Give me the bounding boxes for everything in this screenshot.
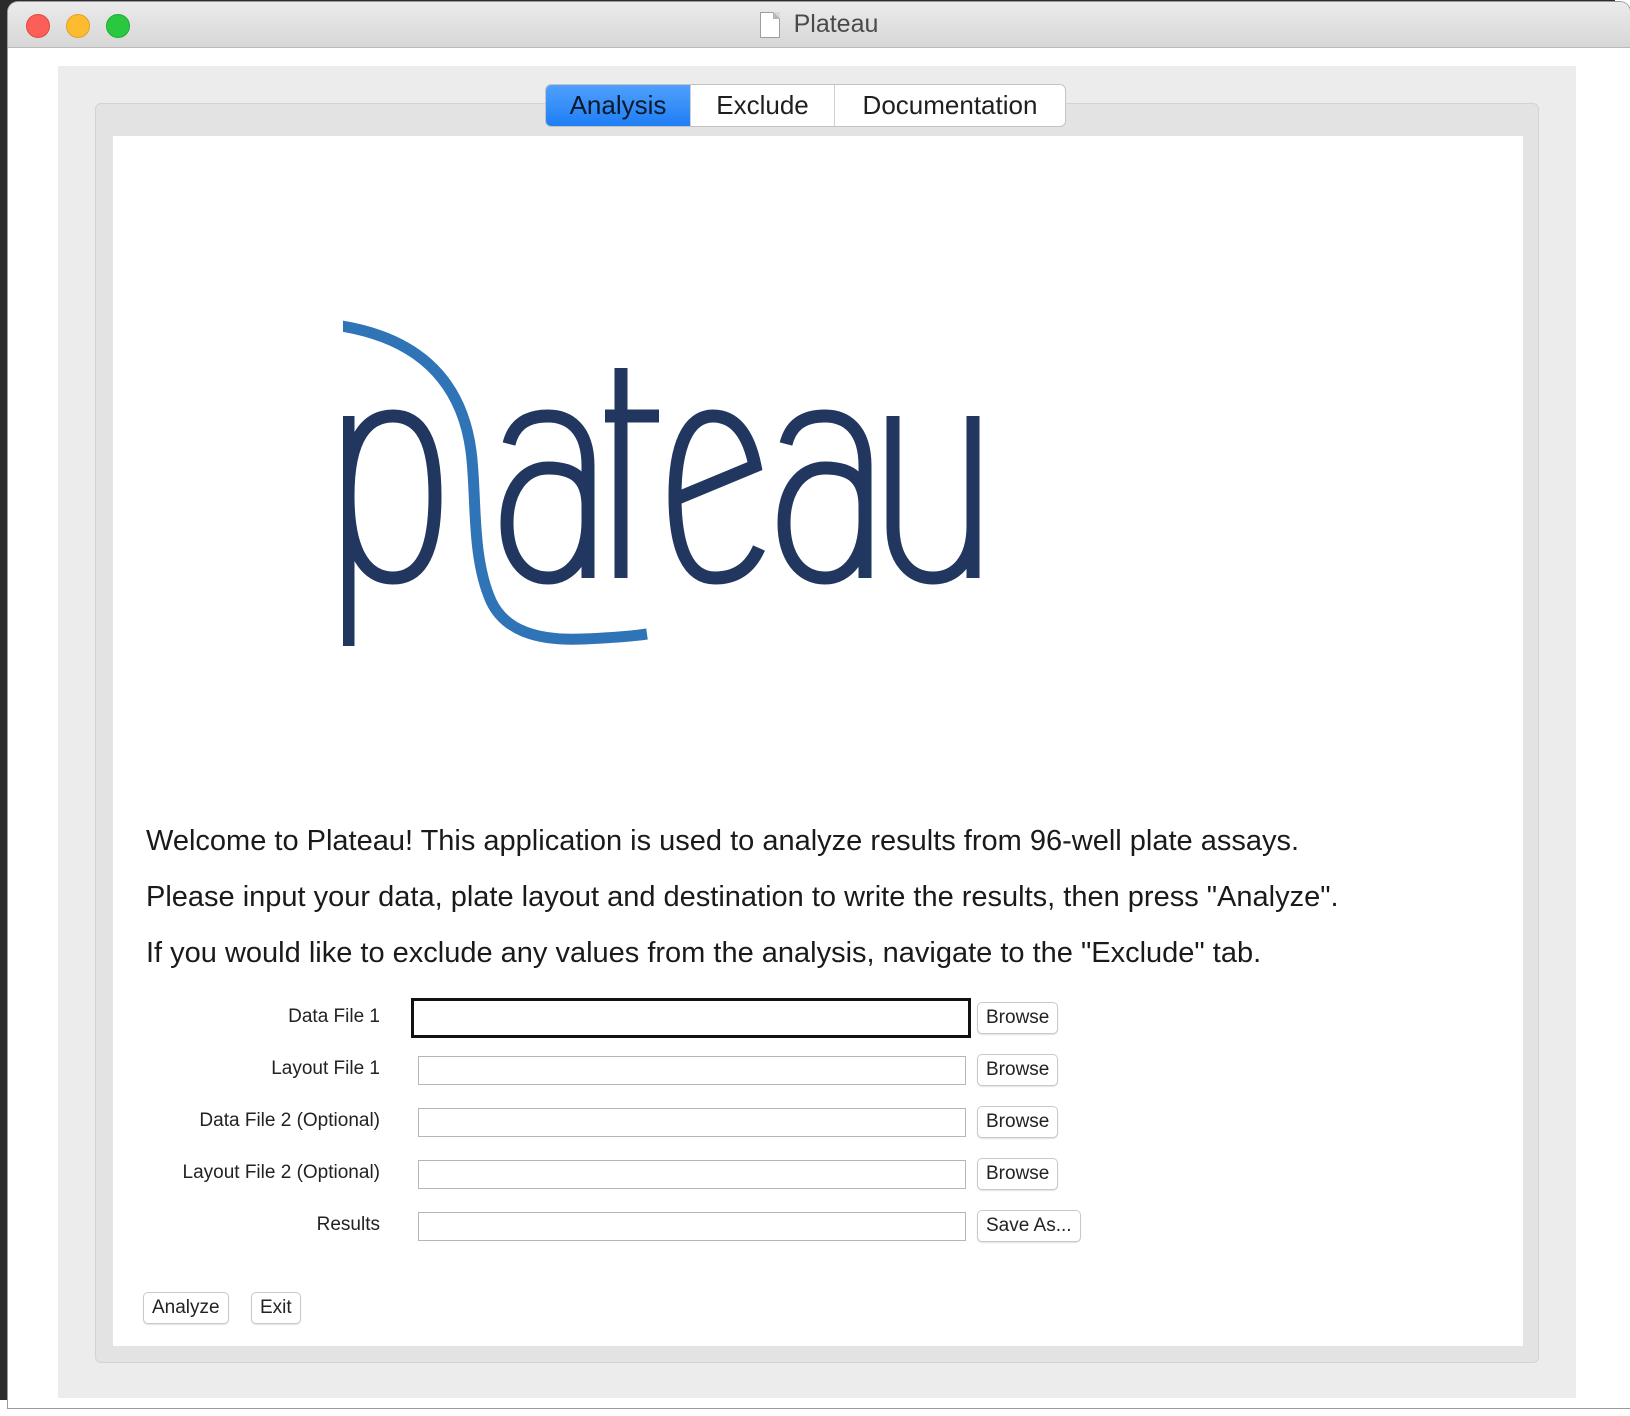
data-file-1-label: Data File 1 <box>288 1006 380 1027</box>
title-container: Plateau <box>8 2 1630 47</box>
window-title: Plateau <box>793 10 879 38</box>
results-input[interactable] <box>418 1212 966 1241</box>
welcome-text: Welcome to Plateau! This application is … <box>146 826 1506 994</box>
layout-file-2-input[interactable] <box>418 1160 966 1189</box>
tab-documentation[interactable]: Documentation <box>835 85 1065 126</box>
exit-button[interactable]: Exit <box>251 1292 301 1324</box>
layout-file-2-label: Layout File 2 (Optional) <box>182 1162 381 1183</box>
results-save-as-button[interactable]: Save As... <box>977 1210 1081 1242</box>
welcome-line-3: If you would like to exclude any values … <box>146 937 1262 969</box>
data-file-1-input[interactable] <box>411 998 971 1038</box>
data-file-2-browse-button[interactable]: Browse <box>977 1106 1059 1138</box>
data-file-2-label: Data File 2 (Optional) <box>199 1110 380 1131</box>
data-file-2-input[interactable] <box>418 1108 966 1137</box>
main-panel: Analysis Exclude Documentation Welcome t… <box>58 66 1576 1398</box>
plateau-logo <box>343 320 980 646</box>
analyze-button[interactable]: Analyze <box>143 1292 229 1324</box>
welcome-line-2: Please input your data, plate layout and… <box>146 881 1339 913</box>
data-file-2-row: Data File 2 (Optional) Browse <box>113 1104 1473 1144</box>
tab-bar: Analysis Exclude Documentation <box>545 84 1066 127</box>
tab-exclude[interactable]: Exclude <box>691 85 835 126</box>
layout-file-2-browse-button[interactable]: Browse <box>977 1158 1059 1190</box>
data-file-1-browse-button[interactable]: Browse <box>977 1002 1059 1034</box>
welcome-line-1: Welcome to Plateau! This application is … <box>146 825 1300 857</box>
title-bar[interactable]: Plateau <box>8 2 1630 48</box>
tab-analysis[interactable]: Analysis <box>546 85 691 126</box>
layout-file-1-row: Layout File 1 Browse <box>113 1052 1473 1092</box>
tab-content-frame: Welcome to Plateau! This application is … <box>95 103 1539 1363</box>
document-icon <box>759 11 780 38</box>
analysis-content: Welcome to Plateau! This application is … <box>113 136 1523 1346</box>
results-row: Results Save As... <box>113 1208 1473 1248</box>
results-label: Results <box>316 1214 380 1235</box>
layout-file-1-input[interactable] <box>418 1056 966 1085</box>
layout-file-2-row: Layout File 2 (Optional) Browse <box>113 1156 1473 1196</box>
layout-file-1-browse-button[interactable]: Browse <box>977 1054 1059 1086</box>
layout-file-1-label: Layout File 1 <box>271 1058 380 1079</box>
app-window: Plateau Analysis Exclude Documentation W… <box>8 2 1630 1408</box>
data-file-1-row: Data File 1 Browse <box>113 998 1473 1040</box>
